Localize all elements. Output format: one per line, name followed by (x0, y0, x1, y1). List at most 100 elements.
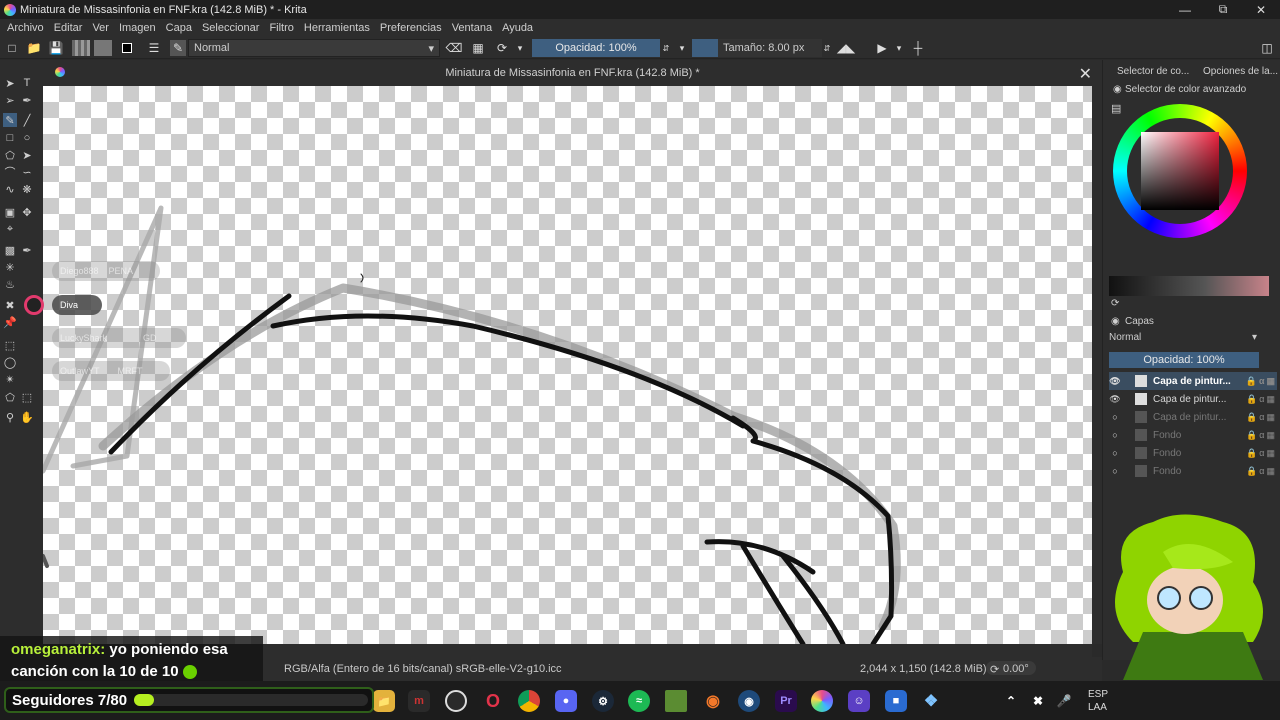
reference-tool-icon[interactable]: 📌 (3, 315, 17, 329)
blend-mode-select[interactable]: Normal ▾ (188, 39, 440, 57)
maximize-button[interactable]: ⧉ (1204, 0, 1242, 19)
pan-tool-icon[interactable]: ✋ (20, 410, 34, 424)
layer-row[interactable]: ○ Fondo 🔒α▦ (1109, 444, 1277, 462)
language-indicator[interactable]: ESP LAA (1088, 688, 1108, 714)
ellipse-select-icon[interactable]: ◯ (3, 355, 17, 369)
layer-lock-icon[interactable]: 🔒α▦ (1246, 448, 1277, 459)
microphone-icon[interactable]: 🎤 (1053, 690, 1075, 712)
saturation-value-square[interactable] (1141, 132, 1219, 210)
transform-tool-icon[interactable]: ▣ (3, 205, 17, 219)
rectangle-tool-icon[interactable]: □ (3, 131, 17, 145)
refresh-icon[interactable]: ⟳ (1111, 298, 1119, 309)
minimize-button[interactable]: — (1166, 0, 1204, 19)
color-settings-icon[interactable]: ▤ (1111, 102, 1121, 115)
chevron-up-icon[interactable]: ⌃ (1000, 690, 1022, 712)
layer-lock-icon[interactable]: 🔒α▦ (1246, 376, 1277, 387)
layer-row[interactable]: ○ Fondo 🔒α▦ (1109, 426, 1277, 444)
layer-row[interactable]: ○ Capa de pintur... 🔒α▦ (1109, 408, 1277, 426)
mirror-vertical-icon[interactable]: ▶ (874, 40, 890, 56)
panel-toggle-icon[interactable]: ◫ (1258, 40, 1276, 56)
layer-row[interactable]: 👁 Capa de pintur... 🔒α▦ (1109, 390, 1277, 408)
opacity-slider[interactable]: Opacidad: 100% (532, 39, 660, 57)
layer-lock-icon[interactable]: 🔒α▦ (1246, 430, 1277, 441)
menu-imagen[interactable]: Imagen (114, 22, 161, 34)
magnetic-select-icon[interactable]: ⬚ (20, 390, 34, 404)
zoom-tool-icon[interactable]: ⚲ (3, 410, 17, 424)
close-document-icon[interactable]: ✕ (1079, 64, 1092, 84)
size-slider-fill[interactable] (692, 39, 718, 57)
eye-icon[interactable]: 👁 (1109, 394, 1121, 405)
minecraft-icon[interactable] (665, 690, 687, 712)
multibrush-icon[interactable]: ❋ (20, 182, 34, 196)
assistant-tool-icon[interactable]: ✖ (3, 298, 17, 312)
layer-lock-icon[interactable]: 🔒α▦ (1246, 466, 1277, 477)
preserve-alpha-icon[interactable]: ▦ (470, 40, 486, 56)
eye-hidden-icon[interactable]: ○ (1109, 430, 1121, 440)
chevron-down-icon[interactable]: ▾ (894, 40, 904, 56)
eye-icon[interactable]: 👁 (1109, 376, 1121, 387)
gradient-tool-icon[interactable]: ▩ (3, 243, 17, 257)
layer-lock-icon[interactable]: 🔒α▦ (1246, 394, 1277, 405)
menu-archivo[interactable]: Archivo (2, 22, 49, 34)
menu-seleccionar[interactable]: Seleccionar (197, 22, 264, 34)
file-explorer-icon[interactable]: 📁 (373, 690, 395, 712)
mirror-horizontal-icon[interactable]: ◢◣ (837, 40, 855, 56)
app-icon[interactable]: ☺ (848, 690, 870, 712)
menu-ventana[interactable]: Ventana (447, 22, 497, 34)
layer-row[interactable]: ○ Fondo 🔒α▦ (1109, 462, 1277, 480)
opera-icon[interactable]: O (482, 690, 504, 712)
size-stepper-icon[interactable]: ⇵ (822, 40, 832, 56)
bezier-tool-icon[interactable]: ⌒ (3, 165, 17, 179)
open-folder-icon[interactable]: 📁 (26, 40, 42, 56)
eye-hidden-icon[interactable]: ○ (1109, 448, 1121, 458)
chevron-down-icon[interactable]: ▾ (676, 40, 688, 56)
premiere-icon[interactable]: Pr (775, 690, 797, 712)
move-tool-icon[interactable]: ✥ (20, 205, 34, 219)
eraser-icon[interactable]: ⌫ (446, 40, 463, 56)
magic-wand-icon[interactable]: ✴ (3, 372, 17, 386)
krita-taskbar-icon[interactable] (811, 690, 833, 712)
media-app-icon[interactable]: m (408, 690, 430, 712)
steam-icon[interactable]: ⚙ (592, 690, 614, 712)
rect-select-icon[interactable]: ⬚ (3, 338, 17, 352)
obs-icon[interactable] (445, 690, 467, 712)
pattern-preset-icon[interactable] (94, 40, 112, 56)
wrap-around-icon[interactable]: ┼ (910, 40, 926, 56)
eye-hidden-icon[interactable]: ○ (1109, 466, 1121, 476)
opacity-stepper-icon[interactable]: ⇵ (660, 40, 672, 56)
new-document-icon[interactable]: □ (4, 40, 20, 56)
crop-tool-icon[interactable]: ⌖ (3, 222, 17, 236)
edit-shape-icon[interactable]: ➢ (3, 93, 17, 107)
menu-ayuda[interactable]: Ayuda (497, 22, 538, 34)
chevron-down-icon[interactable]: ▾ (514, 40, 526, 56)
bezier-select-icon[interactable]: ⬠ (3, 390, 17, 404)
drawing-canvas[interactable] (43, 86, 1092, 644)
size-field[interactable]: Tamaño: 8.00 px (718, 39, 822, 57)
eye-hidden-icon[interactable]: ○ (1109, 412, 1121, 422)
layer-blend-select[interactable]: Normal ▾ (1109, 332, 1257, 346)
ellipse-tool-icon[interactable]: ○ (20, 131, 34, 145)
color-picker-icon[interactable]: ✒ (20, 243, 34, 257)
polygon-tool-icon[interactable]: ⬠ (3, 148, 17, 162)
menu-ver[interactable]: Ver (87, 22, 114, 34)
spotify-icon[interactable]: ≈ (628, 690, 650, 712)
text-tool-icon[interactable]: T (20, 76, 34, 90)
menu-filtro[interactable]: Filtro (264, 22, 298, 34)
freehand-path-icon[interactable]: ∽ (20, 165, 34, 179)
app-icon[interactable]: ◉ (738, 690, 760, 712)
document-tab[interactable]: Miniatura de Missasinfonia en FNF.kra (1… (43, 60, 1102, 86)
line-tool-icon[interactable]: ╱ (20, 113, 34, 127)
chrome-icon[interactable] (518, 690, 540, 712)
vertical-scrollbar[interactable] (1092, 86, 1102, 644)
save-icon[interactable]: 💾 (48, 40, 64, 56)
layer-lock-icon[interactable]: 🔒α▦ (1246, 412, 1277, 423)
layer-row[interactable]: 👁 Capa de pintur... 🔒α▦ (1109, 372, 1277, 390)
menu-herramientas[interactable]: Herramientas (299, 22, 375, 34)
calligraphy-icon[interactable]: ✒ (20, 93, 34, 107)
discord-icon[interactable]: ● (555, 690, 577, 712)
brush-settings-icon[interactable]: ☰ (146, 40, 162, 56)
app-icon[interactable]: ❖ (920, 690, 942, 712)
hue-ring[interactable] (1113, 104, 1247, 238)
brush-preset-icon[interactable]: ✎ (170, 40, 186, 56)
freehand-brush-icon[interactable]: ✎ (3, 113, 17, 127)
